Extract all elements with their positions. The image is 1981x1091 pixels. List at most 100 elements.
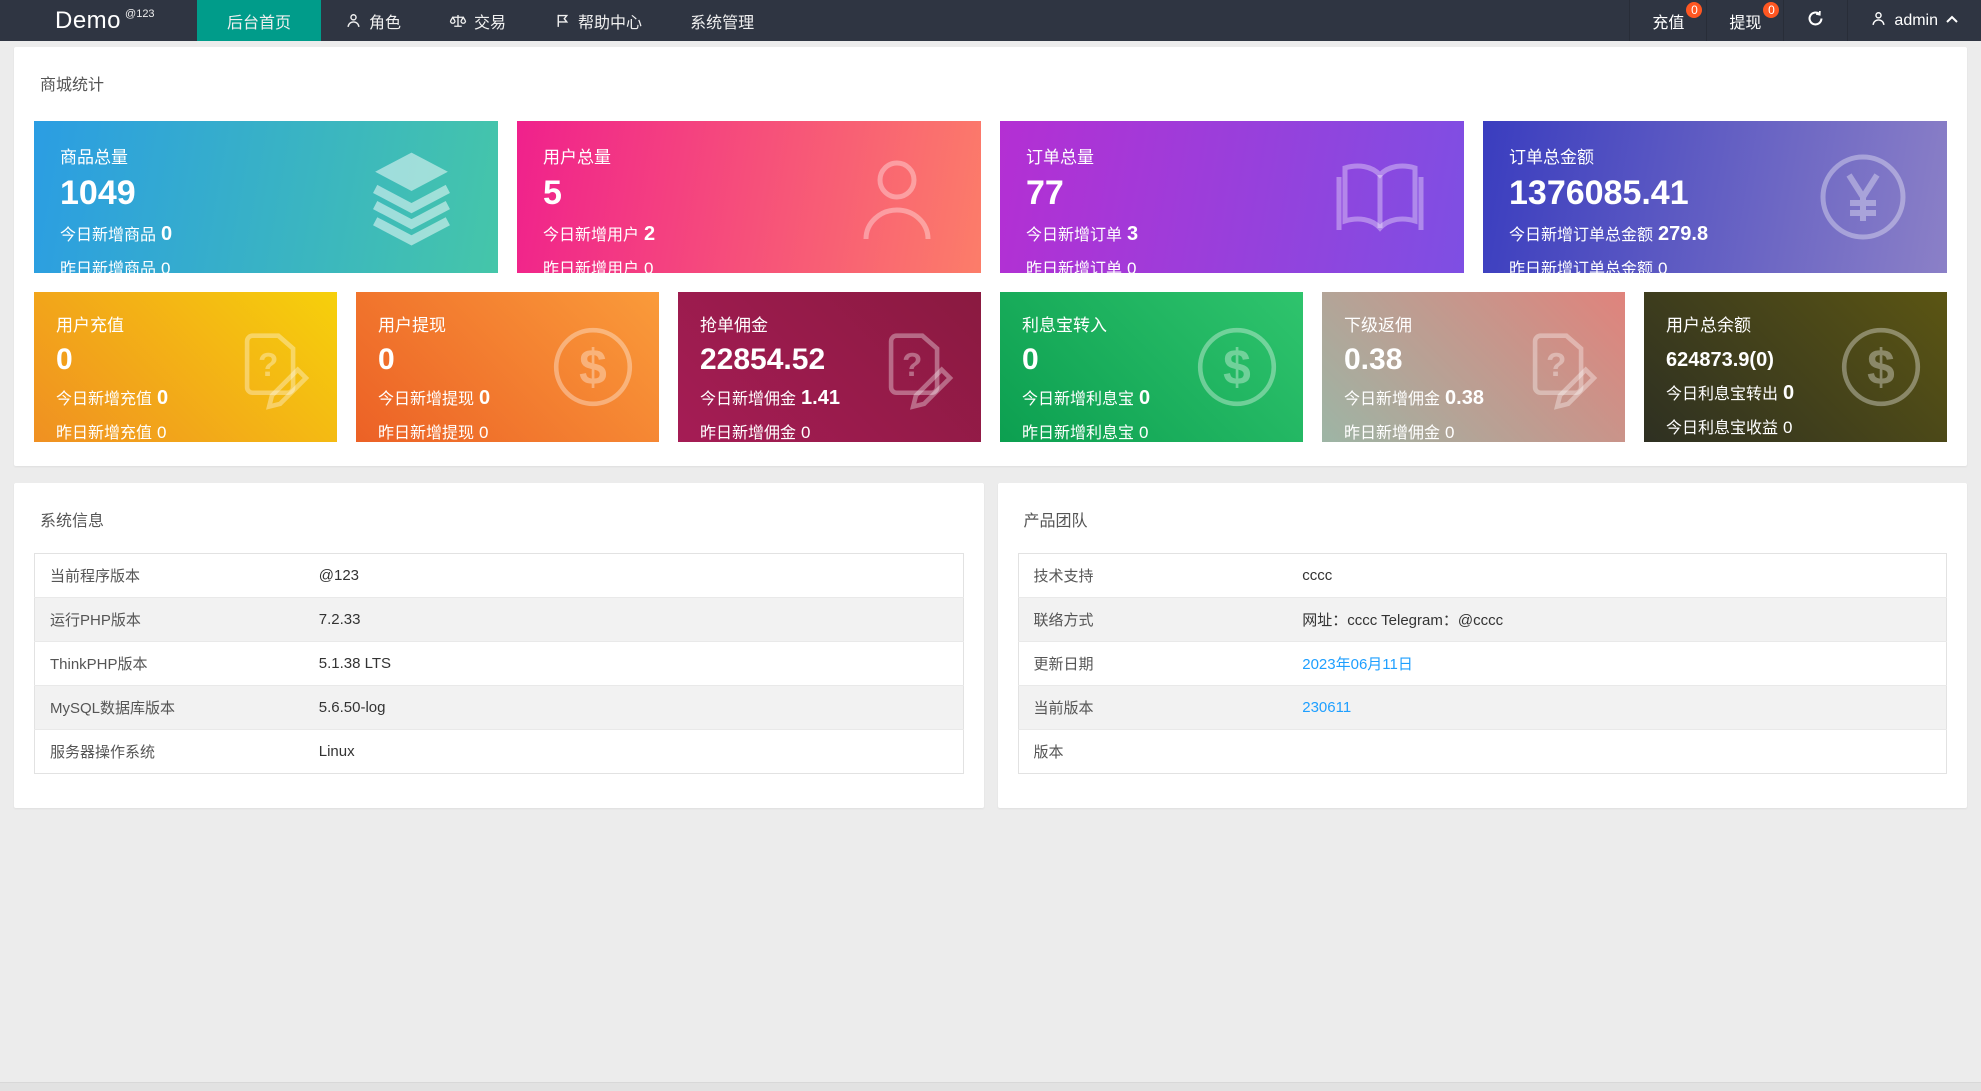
- stat-today-value: 3: [1127, 223, 1138, 245]
- nav-item-home[interactable]: 后台首页: [197, 0, 321, 41]
- row-label: 当前版本: [1018, 686, 1287, 730]
- product-team-table: 技术支持 cccc 联络方式 网址：cccc Telegram：@cccc 更新…: [1018, 553, 1948, 774]
- row-value: 网址：cccc Telegram：@cccc: [1287, 598, 1946, 642]
- row-value: [1287, 730, 1946, 774]
- person-icon: [345, 12, 362, 29]
- dollar-circle-icon: $: [547, 321, 639, 413]
- brand-logo[interactable]: Demo @123: [0, 0, 197, 41]
- stat-card-withdraw: 用户提现 0 今日新增提现0 昨日新增提现0 $: [356, 292, 659, 442]
- table-row: MySQL数据库版本 5.6.50-log: [35, 686, 964, 730]
- stat-card-order-amount: 订单总金额 1376085.41 今日新增订单总金额279.8 昨日新增订单总金…: [1483, 121, 1947, 273]
- row-value: 7.2.33: [304, 598, 963, 642]
- stat-today-value: 0: [157, 387, 168, 409]
- stat-yesterday-value: 0: [801, 423, 810, 442]
- row-label: ThinkPHP版本: [35, 642, 304, 686]
- table-row: 运行PHP版本 7.2.33: [35, 598, 964, 642]
- system-info-table: 当前程序版本 @123 运行PHP版本 7.2.33 ThinkPHP版本 5.…: [34, 553, 964, 774]
- nav-item-label: 后台首页: [227, 9, 291, 33]
- svg-text:?: ?: [1546, 347, 1566, 384]
- layers-icon: [359, 145, 464, 250]
- dollar-circle-icon: $: [1835, 321, 1927, 413]
- stat-yesterday-label: 昨日新增充值: [56, 425, 152, 442]
- stat-today-label: 今日利息宝转出: [1666, 386, 1778, 403]
- stat-today-label: 今日新增佣金: [700, 391, 796, 408]
- stat-yesterday-label: 昨日新增订单: [1026, 261, 1122, 273]
- table-row: 当前版本 230611: [1018, 686, 1947, 730]
- stat-yesterday-label: 昨日新增提现: [378, 425, 474, 442]
- stat-today-label: 今日新增充值: [56, 391, 152, 408]
- stats-cards-row1: 商品总量 1049 今日新增商品0 昨日新增商品0 用户总量 5 今日新增用户2…: [34, 121, 1947, 273]
- stat-yesterday-value: 0: [1658, 259, 1667, 273]
- stat-card-orders: 订单总量 77 今日新增订单3 昨日新增订单0: [1000, 121, 1464, 273]
- dollar-circle-icon: $: [1191, 321, 1283, 413]
- nav-item-system[interactable]: 系统管理: [666, 0, 778, 41]
- system-info-title: 系统信息: [40, 507, 964, 531]
- withdraw-button[interactable]: 提现 0: [1706, 0, 1783, 41]
- stat-card-sub-rebate: 下级返佣 0.38 今日新增佣金0.38 昨日新增佣金0 ?: [1322, 292, 1625, 442]
- stat-yesterday-value: 0: [157, 423, 166, 442]
- stat-yesterday-value: 0: [644, 259, 653, 273]
- bottom-panels: 系统信息 当前程序版本 @123 运行PHP版本 7.2.33 ThinkPHP…: [14, 483, 1967, 808]
- stat-card-recharge: 用户充值 0 今日新增充值0 昨日新增充值0 ?: [34, 292, 337, 442]
- username: admin: [1894, 12, 1938, 30]
- top-navbar: Demo @123 后台首页 角色 交易: [0, 0, 1981, 41]
- stat-yesterday-label: 昨日新增佣金: [700, 425, 796, 442]
- stat-yesterday-value: 0: [1445, 423, 1454, 442]
- row-label: 更新日期: [1018, 642, 1287, 686]
- stat-card-grab-commission: 抢单佣金 22854.52 今日新增佣金1.41 昨日新增佣金0 ?: [678, 292, 981, 442]
- book-icon: [1330, 147, 1430, 247]
- doc-edit-icon: ?: [869, 321, 961, 413]
- nav-item-label: 角色: [369, 9, 401, 33]
- user-menu[interactable]: admin: [1847, 0, 1981, 41]
- stat-yesterday-label: 昨日新增用户: [543, 261, 639, 273]
- stat-yesterday-label: 昨日新增订单总金额: [1509, 261, 1653, 273]
- row-value: cccc: [1287, 554, 1946, 598]
- stat-today-value: 0: [479, 387, 490, 409]
- stat-today-label: 今日新增订单总金额: [1509, 227, 1653, 244]
- nav-item-help[interactable]: 帮助中心: [530, 0, 666, 41]
- horizontal-scrollbar[interactable]: [0, 1082, 1981, 1091]
- chevron-up-icon: [1945, 12, 1959, 30]
- stats-panel-title: 商城统计: [40, 71, 1947, 95]
- stat-yesterday-value: 0: [1783, 418, 1792, 437]
- stat-today-value: 0: [1139, 387, 1150, 409]
- stat-card-products: 商品总量 1049 今日新增商品0 昨日新增商品0: [34, 121, 498, 273]
- flag-icon: [554, 12, 571, 29]
- table-row: 技术支持 cccc: [1018, 554, 1947, 598]
- brand-name: Demo: [55, 7, 121, 35]
- stat-card-total-balance: 用户总余额 624873.9(0) 今日利息宝转出0 今日利息宝收益0 $: [1644, 292, 1947, 442]
- table-row: 服务器操作系统 Linux: [35, 730, 964, 774]
- stat-card-users: 用户总量 5 今日新增用户2 昨日新增用户0: [517, 121, 981, 273]
- system-info-panel: 系统信息 当前程序版本 @123 运行PHP版本 7.2.33 ThinkPHP…: [14, 483, 984, 808]
- row-value: Linux: [304, 730, 963, 774]
- row-value: @123: [304, 554, 963, 598]
- stat-today-value: 1.41: [801, 387, 840, 409]
- stat-yesterday-value: 0: [161, 259, 170, 273]
- stat-today-label: 今日新增商品: [60, 227, 156, 244]
- recharge-button[interactable]: 充值 0: [1629, 0, 1706, 41]
- row-value: 5.1.38 LTS: [304, 642, 963, 686]
- stat-today-value: 0: [161, 223, 172, 245]
- svg-text:?: ?: [902, 347, 922, 384]
- refresh-icon: [1806, 9, 1825, 33]
- stat-yesterday-value: 0: [479, 423, 488, 442]
- stat-today-label: 今日新增用户: [543, 227, 639, 244]
- nav-item-trade[interactable]: 交易: [425, 0, 530, 41]
- row-value: 5.6.50-log: [304, 686, 963, 730]
- table-row: 当前程序版本 @123: [35, 554, 964, 598]
- brand-version: @123: [125, 8, 155, 20]
- refresh-button[interactable]: [1783, 0, 1847, 41]
- recharge-badge: 0: [1686, 2, 1702, 18]
- update-date-link[interactable]: 2023年06月11日: [1302, 656, 1413, 673]
- user-icon: [847, 147, 947, 247]
- table-row: 联络方式 网址：cccc Telegram：@cccc: [1018, 598, 1947, 642]
- stats-panel: 商城统计 商品总量 1049 今日新增商品0 昨日新增商品0 用户总量 5 今日…: [14, 47, 1967, 466]
- stat-yesterday-value: 0: [1139, 423, 1148, 442]
- navbar-right: 充值 0 提现 0 admin: [1629, 0, 1981, 41]
- row-label: 当前程序版本: [35, 554, 304, 598]
- current-version-link[interactable]: 230611: [1302, 699, 1351, 716]
- nav-item-roles[interactable]: 角色: [321, 0, 425, 41]
- stat-today-value: 2: [644, 223, 655, 245]
- stat-today-value: 0.38: [1445, 387, 1484, 409]
- row-label: 联络方式: [1018, 598, 1287, 642]
